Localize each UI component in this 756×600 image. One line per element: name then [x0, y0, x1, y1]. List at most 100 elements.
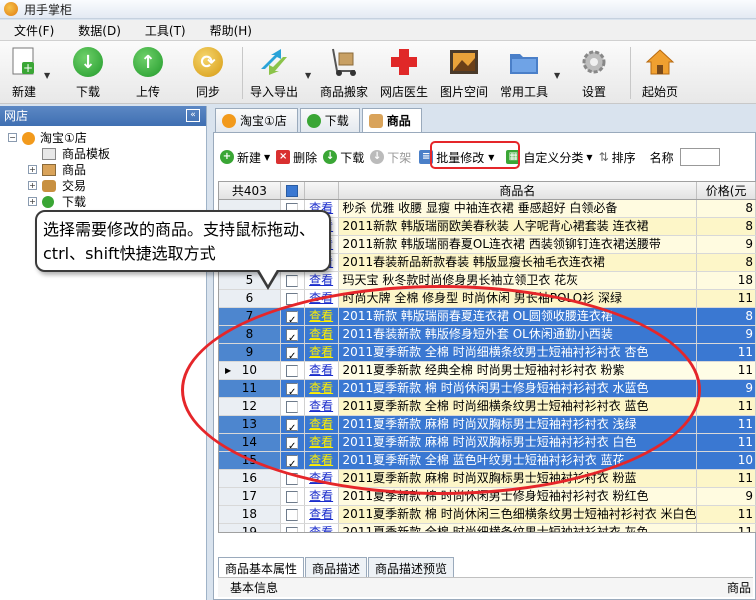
expand-toggle-icon[interactable]: +: [28, 197, 37, 206]
price-cell: 8: [697, 254, 756, 271]
tab-description-preview[interactable]: 商品描述预览: [368, 557, 455, 579]
main-toolbar: + 新建 ▼ ↓ 下载 ↑ 上传 ⟳ 同步 导入导出 ▼ 商品搬家 网店医生 图…: [0, 41, 756, 104]
sync-button[interactable]: ⟳ 同步: [178, 45, 238, 100]
price-cell: 9: [697, 380, 756, 397]
name-header[interactable]: 商品名: [339, 182, 698, 199]
menu-data[interactable]: 数据(D): [64, 22, 131, 39]
price-cell: 9: [697, 236, 756, 253]
home-button[interactable]: 起始页: [630, 45, 690, 100]
row-checkbox[interactable]: [286, 274, 299, 287]
dropdown-icon: ▼: [264, 152, 271, 162]
price-cell: 11: [697, 524, 756, 532]
plus-icon: +: [220, 150, 234, 164]
new-doc-icon: +: [7, 45, 41, 79]
download-icon: [306, 113, 321, 128]
row-number: 6: [219, 290, 281, 307]
row-checkbox-cell: [281, 506, 305, 523]
toolbar-divider: [242, 47, 243, 99]
settings-button[interactable]: 设置: [564, 45, 624, 100]
view-link[interactable]: 查看: [305, 488, 339, 505]
tree-item-label: 商品: [62, 163, 87, 177]
table-row[interactable]: 18 查看 2011夏季新款 棉 时尚休闲三色细横条纹男士短袖衬衫衬衣 米白色 11: [219, 506, 756, 524]
home-icon: [643, 45, 677, 79]
row-number: 17: [219, 488, 281, 505]
goods-name-cell: 2011春装新品新款春装 韩版显瘦长袖毛衣连衣裙: [338, 254, 698, 271]
price-cell: 11: [697, 398, 756, 415]
app-title: 用手掌柜: [24, 2, 73, 17]
row-checkbox-cell: [281, 524, 305, 532]
price-cell: 8: [697, 218, 756, 235]
download-goods-button[interactable]: ↓ 下载: [323, 149, 364, 166]
goods-move-button[interactable]: 商品搬家: [314, 45, 374, 100]
table-row[interactable]: 19 查看 2011夏季新款 全棉 时尚细横条纹男士短袖衬衫衬衣 灰色 11: [219, 524, 756, 532]
expand-toggle-icon[interactable]: +: [28, 165, 37, 174]
tab-store[interactable]: 淘宝①店: [215, 108, 298, 132]
download-button[interactable]: ↓ 下载: [58, 45, 118, 100]
svg-text:+: +: [23, 61, 33, 75]
import-export-label: 导入导出: [249, 85, 298, 99]
view-link[interactable]: 查看: [305, 524, 339, 532]
settings-label: 设置: [581, 85, 606, 99]
name-label: 名称: [649, 150, 674, 165]
document-tabs: 淘宝①店 下载 商品: [215, 108, 424, 132]
common-tools-button[interactable]: 常用工具: [494, 45, 554, 100]
upload-icon: ↑: [133, 47, 163, 77]
goods-name-cell: 2011新款 韩版瑞丽春夏OL连衣裙 西装领铆钉连衣裙送腰带: [338, 236, 698, 253]
image-space-button[interactable]: 图片空间: [434, 45, 494, 100]
name-input[interactable]: [679, 148, 720, 166]
collapse-icon[interactable]: «: [186, 109, 200, 122]
tree-item-store[interactable]: − 淘宝①店: [0, 130, 206, 146]
menu-file[interactable]: 文件(F): [0, 22, 64, 39]
new-goods-button[interactable]: + 新建 ▼: [220, 149, 270, 166]
tree-item-download[interactable]: + 下载: [0, 194, 206, 210]
tree-item-template[interactable]: 商品模板: [0, 146, 206, 162]
delete-icon: ×: [276, 150, 291, 164]
picture-icon: [447, 45, 481, 79]
hand-truck-icon: [327, 45, 361, 79]
tree-item-label: 淘宝①店: [40, 131, 87, 145]
new-dropdown-icon[interactable]: ▼: [44, 71, 50, 80]
goods-icon: [42, 164, 56, 176]
delist-icon: ↓: [370, 150, 385, 164]
new-label: 新建: [11, 85, 36, 99]
basic-info-section: 基本信息 商品: [218, 577, 753, 597]
import-export-button[interactable]: 导入导出: [244, 45, 304, 100]
tree-item-label: 商品模板: [62, 147, 111, 161]
row-checkbox-cell: [281, 272, 305, 289]
select-all-checkbox[interactable]: [281, 182, 305, 199]
common-tools-label: 常用工具: [499, 85, 548, 99]
button-label: 删除: [293, 150, 318, 165]
menu-tools[interactable]: 工具(T): [131, 22, 196, 39]
tab-label: 淘宝①店: [240, 114, 287, 128]
price-cell: 8: [697, 308, 756, 325]
tab-download[interactable]: 下载: [299, 108, 360, 132]
common-tools-dropdown-icon[interactable]: ▼: [554, 71, 560, 80]
view-link[interactable]: 查看: [305, 272, 339, 289]
delist-button[interactable]: ↓ 下架: [370, 149, 411, 166]
tab-basic-props[interactable]: 商品基本属性: [218, 557, 305, 579]
shop-doctor-button[interactable]: 网店医生: [374, 45, 434, 100]
row-checkbox[interactable]: [286, 508, 299, 521]
price-header[interactable]: 价格(元: [697, 182, 756, 199]
row-number: 19: [219, 524, 281, 532]
row-checkbox[interactable]: [286, 490, 299, 503]
expand-toggle-icon[interactable]: +: [28, 181, 37, 190]
count-header: 共403: [219, 182, 281, 199]
tab-description[interactable]: 商品描述: [305, 557, 368, 579]
import-export-dropdown-icon[interactable]: ▼: [305, 71, 311, 80]
view-link[interactable]: 查看: [305, 506, 339, 523]
row-checkbox[interactable]: [286, 526, 299, 532]
view-header: [305, 182, 339, 199]
goods-name-cell: 秒杀 优雅 收腰 显瘦 中袖连衣裙 垂感超好 白领必备: [338, 200, 698, 217]
tree-item-trade[interactable]: + 交易: [0, 178, 206, 194]
collapse-toggle-icon[interactable]: −: [8, 133, 17, 142]
menu-help[interactable]: 帮助(H): [196, 22, 262, 39]
goods-move-label: 商品搬家: [319, 85, 368, 99]
upload-button[interactable]: ↑ 上传: [118, 45, 178, 100]
sort-button[interactable]: ⇅ 排序: [599, 149, 636, 166]
tab-goods[interactable]: 商品: [361, 108, 422, 132]
delete-button[interactable]: × 删除: [276, 149, 317, 166]
callout-tail-fill: [258, 268, 278, 285]
tree-item-goods[interactable]: + 商品: [0, 162, 206, 178]
tree-item-label: 交易: [62, 179, 87, 193]
